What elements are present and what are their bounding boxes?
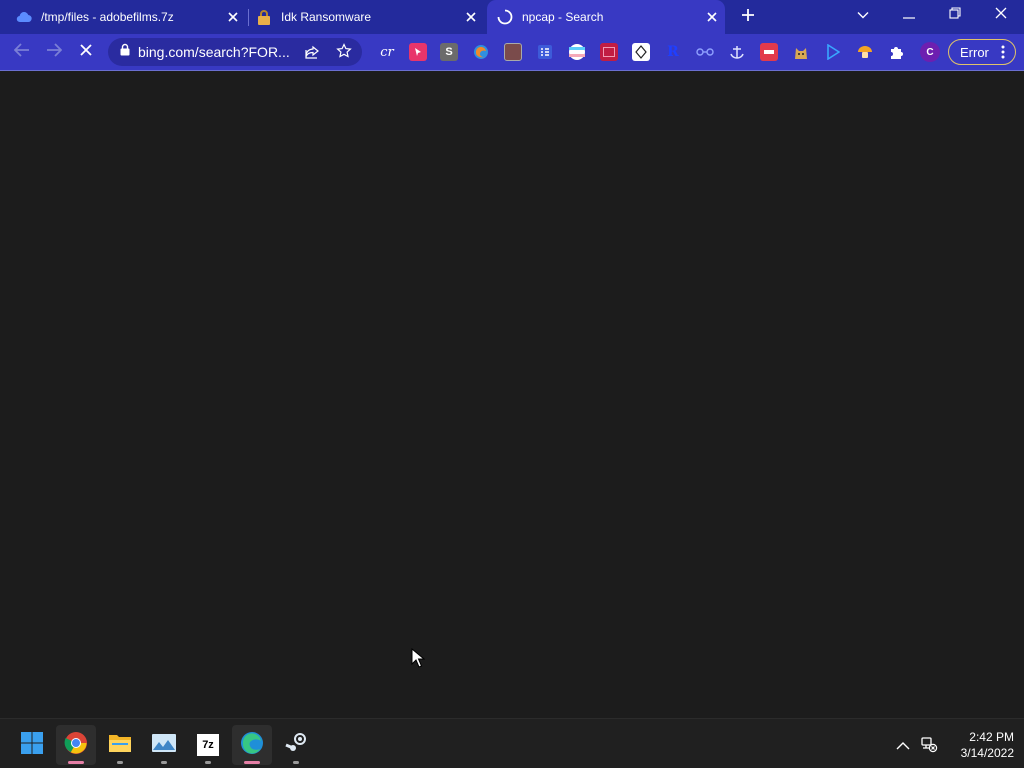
running-indicator	[117, 761, 123, 764]
start-button[interactable]	[12, 725, 52, 765]
photos-icon	[151, 733, 177, 758]
minimize-button[interactable]	[886, 0, 932, 30]
taskbar-clock[interactable]: 2:42 PM 3/14/2022	[944, 729, 1014, 761]
padlock-icon	[256, 9, 272, 25]
running-indicator	[244, 761, 260, 764]
arrow-left-icon	[13, 42, 30, 62]
tab-title: npcap - Search	[522, 10, 604, 24]
tab-close-icon[interactable]	[703, 8, 721, 26]
desktop: /tmp/files - adobefilms.7z Idk Ransomwar…	[0, 0, 1024, 768]
clock-date: 3/14/2022	[960, 746, 1014, 760]
mouse-cursor-icon	[411, 647, 426, 673]
picture-extension-icon[interactable]	[600, 43, 618, 61]
tab-close-icon[interactable]	[224, 8, 242, 26]
error-button[interactable]: Error	[948, 39, 1016, 65]
loading-spinner-icon	[497, 9, 513, 25]
minimize-icon	[903, 6, 915, 24]
taskbar-file-explorer[interactable]	[100, 725, 140, 765]
r-extension-icon[interactable]: R	[664, 43, 682, 61]
anchor-extension-icon[interactable]	[728, 43, 746, 61]
7zip-label: 7z	[202, 739, 214, 751]
page-content[interactable]	[0, 71, 1024, 718]
s-extension-icon[interactable]: S	[440, 43, 458, 61]
forward-button[interactable]	[41, 39, 67, 65]
link-extension-icon[interactable]	[696, 43, 714, 61]
edge-like-extension-icon[interactable]	[472, 43, 490, 61]
chrome-icon	[64, 731, 88, 760]
back-button[interactable]	[9, 39, 35, 65]
taskbar-7zip[interactable]: 7z	[188, 725, 228, 765]
running-indicator	[293, 761, 299, 764]
tab-npcap-search[interactable]: npcap - Search	[487, 0, 725, 34]
close-icon	[80, 43, 92, 61]
tab-close-icon[interactable]	[462, 8, 480, 26]
tab-strip: /tmp/files - adobefilms.7z Idk Ransomwar…	[0, 0, 1024, 34]
taskbar-edge[interactable]	[232, 725, 272, 765]
puzzle-icon[interactable]	[888, 43, 906, 61]
steam-icon	[284, 731, 308, 760]
file-explorer-icon	[108, 732, 132, 759]
lock-icon	[120, 43, 130, 61]
diamond-extension-icon[interactable]	[632, 43, 650, 61]
star-icon[interactable]	[336, 43, 352, 64]
stripes-extension-icon[interactable]	[568, 43, 586, 61]
chevron-down-icon	[857, 6, 869, 24]
pointer-extension-icon[interactable]	[409, 43, 427, 61]
restore-button[interactable]	[932, 0, 978, 30]
window-close-button[interactable]	[978, 0, 1024, 30]
error-label: Error	[960, 44, 989, 60]
close-icon	[995, 6, 1007, 24]
clock-time: 2:42 PM	[969, 730, 1014, 744]
box-extension-icon[interactable]	[504, 43, 522, 61]
cloud-icon	[16, 9, 32, 25]
new-tab-button[interactable]	[736, 6, 760, 28]
tab-idk-ransomware[interactable]: Idk Ransomware	[256, 0, 484, 34]
profile-avatar[interactable]: C	[920, 42, 940, 62]
running-indicator	[205, 761, 211, 764]
7zip-icon: 7z	[197, 734, 219, 756]
taskbar-steam[interactable]	[276, 725, 316, 765]
running-indicator	[68, 761, 84, 764]
network-disconnected-icon[interactable]	[920, 735, 938, 758]
windows-start-icon	[20, 731, 44, 760]
taskbar-photos[interactable]	[144, 725, 184, 765]
tab-title: Idk Ransomware	[281, 10, 372, 24]
doge-extension-icon[interactable]	[792, 43, 810, 61]
tab-title: /tmp/files - adobefilms.7z	[41, 10, 174, 24]
card-extension-icon[interactable]	[760, 43, 778, 61]
mushroom-extension-icon[interactable]	[856, 43, 874, 61]
grid-extension-icon[interactable]	[536, 43, 554, 61]
edge-icon	[240, 731, 264, 760]
taskbar: 7z 2:42 PM 3/14/2022	[0, 718, 1024, 768]
stop-loading-button[interactable]	[73, 39, 99, 65]
restore-icon	[949, 6, 961, 24]
play-extension-icon[interactable]	[824, 43, 842, 61]
url-text[interactable]: bing.com/search?FOR...	[138, 44, 290, 60]
tab-separator	[248, 9, 249, 26]
address-bar[interactable]: bing.com/search?FOR...	[108, 38, 362, 66]
chevron-up-icon[interactable]	[896, 737, 910, 755]
more-vertical-icon	[1001, 44, 1005, 63]
arrow-right-icon	[46, 42, 63, 62]
plus-icon	[741, 8, 755, 27]
share-icon[interactable]	[304, 44, 320, 65]
running-indicator	[161, 761, 167, 764]
browser-toolbar: bing.com/search?FOR... cr S R C Error	[0, 34, 1024, 70]
tab-tmp-files[interactable]: /tmp/files - adobefilms.7z	[16, 0, 246, 34]
tab-search-button[interactable]	[840, 0, 886, 30]
cr-extension-icon[interactable]: cr	[378, 43, 396, 61]
taskbar-chrome[interactable]	[56, 725, 96, 765]
